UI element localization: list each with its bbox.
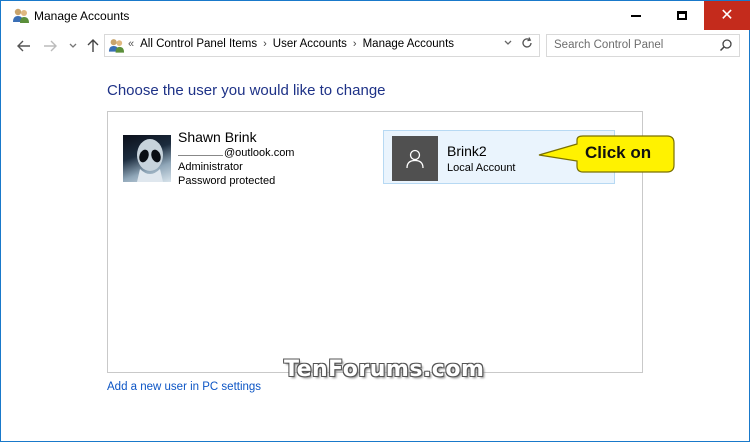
breadcrumb-overflow[interactable]: « [128, 38, 134, 50]
maximize-button[interactable] [659, 1, 705, 30]
breadcrumb-all-control-panel-items[interactable]: All Control Panel Items [140, 38, 257, 50]
breadcrumb: « All Control Panel Items › User Account… [128, 38, 454, 50]
redacted-email-mask [178, 147, 223, 156]
person-icon [406, 149, 424, 168]
account-name: Shawn Brink [178, 129, 257, 145]
up-button[interactable] [84, 37, 102, 55]
account-role: Administrator [178, 161, 243, 173]
click-on-callout: Click on [535, 134, 677, 174]
alien-avatar-icon [123, 135, 171, 182]
account-email-suffix: @outlook.com [224, 147, 295, 159]
account-status: Password protected [178, 175, 276, 187]
up-arrow-icon [87, 39, 99, 52]
forward-button[interactable] [41, 37, 59, 55]
forward-arrow-icon [44, 40, 57, 52]
manage-accounts-window: Manage Accounts ✕ « All Control Panel It… [0, 0, 750, 442]
account-name: Brink2 [447, 143, 487, 159]
alien-head-icon [137, 139, 163, 182]
title-bar: Manage Accounts ✕ [1, 1, 750, 31]
maximize-icon [677, 11, 687, 20]
user-accounts-icon [13, 8, 29, 23]
breadcrumb-user-accounts[interactable]: User Accounts [273, 38, 347, 50]
address-dropdown-button[interactable] [504, 38, 512, 48]
back-arrow-icon [17, 40, 30, 52]
page-heading: Choose the user you would like to change [107, 82, 386, 99]
close-icon: ✕ [720, 6, 734, 24]
address-bar[interactable]: « All Control Panel Items › User Account… [104, 34, 540, 57]
account-type: Local Account [447, 162, 516, 174]
watermark: TenForums.com [284, 357, 485, 382]
callout-text: Click on [585, 143, 652, 162]
navigation-bar: « All Control Panel Items › User Account… [1, 31, 749, 61]
chevron-down-icon [69, 43, 77, 48]
breadcrumb-manage-accounts[interactable]: Manage Accounts [363, 38, 454, 50]
search-placeholder: Search Control Panel [554, 39, 664, 51]
search-icon[interactable] [719, 38, 733, 52]
minimize-button[interactable] [613, 1, 659, 30]
window-title: Manage Accounts [34, 9, 130, 23]
account-email: @outlook.com [178, 147, 294, 159]
refresh-button[interactable] [521, 37, 533, 52]
chevron-down-icon [504, 40, 512, 45]
user-accounts-icon [108, 39, 125, 53]
add-new-user-link[interactable]: Add a new user in PC settings [107, 381, 261, 393]
back-button[interactable] [15, 37, 33, 55]
breadcrumb-separator[interactable]: › [353, 38, 357, 50]
refresh-icon [522, 37, 532, 48]
user-silhouette-icon [392, 136, 438, 181]
minimize-icon [631, 14, 641, 17]
breadcrumb-separator[interactable]: › [263, 38, 267, 50]
recent-locations-button[interactable] [64, 37, 82, 55]
close-button[interactable]: ✕ [704, 1, 750, 30]
search-box[interactable]: Search Control Panel [546, 34, 740, 57]
